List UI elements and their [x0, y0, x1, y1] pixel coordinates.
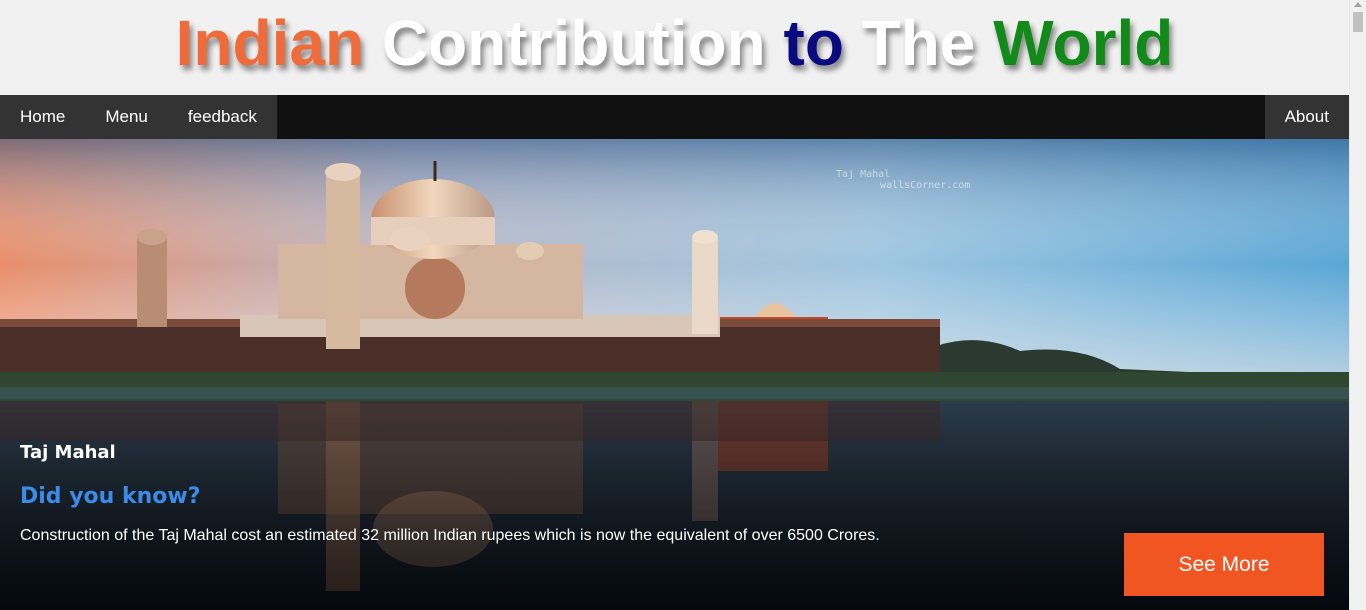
watermark-line-2: wallsCorner.com: [880, 180, 971, 191]
title-word-world: World: [993, 7, 1174, 79]
slide-description: Construction of the Taj Mahal cost an es…: [20, 527, 880, 544]
image-watermark: Taj Mahal wallsCorner.com: [836, 169, 970, 191]
slide-heading: Did you know?: [20, 484, 201, 509]
title-word-to: to: [783, 7, 844, 79]
hero-slide: Taj Mahal wallsCorner.com Taj Mahal Did …: [0, 139, 1349, 610]
nav-item-about[interactable]: About: [1264, 95, 1349, 139]
watermark-line-1: Taj Mahal: [836, 169, 891, 180]
nav-item-feedback[interactable]: feedback: [168, 95, 277, 139]
scroll-up-arrow-icon[interactable]: [1354, 2, 1362, 7]
title-word-indian: Indian: [175, 7, 365, 79]
title-word-the: The: [861, 7, 976, 79]
title-word-contribution: Contribution: [381, 7, 766, 79]
top-navbar: Home Menu feedback About: [0, 95, 1349, 139]
see-more-button[interactable]: See More: [1124, 533, 1324, 596]
nav-item-home[interactable]: Home: [0, 95, 85, 139]
vertical-scrollbar[interactable]: [1349, 0, 1366, 610]
slide-title: Taj Mahal: [20, 442, 116, 463]
site-title: Indian Contribution to The World: [0, 0, 1349, 80]
site-header: Indian Contribution to The World: [0, 0, 1349, 95]
scrollbar-thumb[interactable]: [1353, 12, 1363, 32]
nav-left-group: Home Menu feedback: [0, 95, 277, 139]
nav-item-menu[interactable]: Menu: [85, 95, 168, 139]
